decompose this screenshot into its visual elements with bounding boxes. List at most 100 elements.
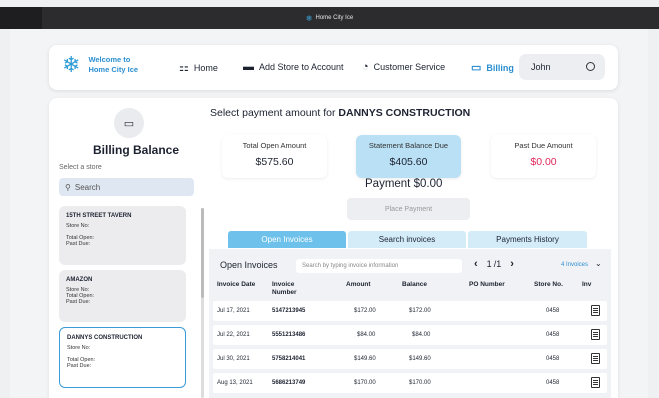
table-row[interactable]: Aug 13, 2021 5686213749 $170.00 $170.00 … <box>213 373 607 393</box>
brand-logo[interactable]: ❄ Welcome to Home City Ice <box>62 54 138 76</box>
user-menu[interactable]: John <box>519 54 605 80</box>
payment-value: $0.00 <box>413 178 443 190</box>
invoice-tabs: Open Invoices Search invoices Payments H… <box>228 231 589 248</box>
tab-payments-history[interactable]: Payments History <box>468 231 587 248</box>
invoice-document-icon[interactable] <box>591 329 600 340</box>
cell-invoice-number[interactable]: 5551213486 <box>272 332 305 338</box>
cell-amount: $170.00 <box>354 380 376 386</box>
cell-date: Jul 30, 2021 <box>217 356 250 362</box>
store-name: DANNYS CONSTRUCTION <box>67 335 143 341</box>
table-row[interactable]: Jul 17, 2021 5147213945 $172.00 $172.00 … <box>213 301 607 321</box>
invoices-toolbar: Open Invoices Search by typing invoice i… <box>209 256 611 276</box>
chevron-down-icon[interactable]: ⌄ <box>595 259 602 268</box>
past-due-label: Past Due: <box>67 363 92 369</box>
invoice-document-icon[interactable] <box>591 353 600 364</box>
store-card[interactable]: AMAZON Store No: Total Open: Past Due: <box>59 270 186 322</box>
cell-date: Jul 17, 2021 <box>217 308 250 314</box>
cell-balance: $170.00 <box>409 380 431 386</box>
cell-store: 0458 <box>546 308 560 314</box>
col-invoice-date[interactable]: Invoice Date <box>217 281 255 289</box>
nav-billing-label: Billing <box>486 62 514 73</box>
cell-store: 0458 <box>546 332 560 338</box>
col-store-no[interactable]: Store No. <box>534 281 563 289</box>
store-card[interactable]: 15TH STREET TAVERN Store No: Total Open:… <box>59 206 186 265</box>
statement-balance-title: Statement Balance Due <box>368 141 449 150</box>
page-heading-store: DANNYS CONSTRUCTION <box>338 107 471 119</box>
cell-store: 0458 <box>546 380 560 386</box>
total-open-card: Total Open Amount $575.60 <box>222 135 327 178</box>
past-due-value: $0.00 <box>530 156 557 168</box>
total-open-value: $575.60 <box>255 156 294 168</box>
nav-add-store-label: Add Store to Account <box>259 62 344 72</box>
window-title: ❄ Home City Ice <box>306 14 353 23</box>
cell-amount: $172.00 <box>354 308 376 314</box>
col-inv[interactable]: Inv <box>582 281 591 289</box>
cell-amount: $149.60 <box>354 356 376 362</box>
table-row[interactable]: Jul 22, 2021 5551213486 $84.00 $84.00 04… <box>213 325 607 345</box>
invoices-panel: Open Invoices Search by typing invoice i… <box>209 249 611 398</box>
titlebar-left-area <box>0 7 42 29</box>
table-row[interactable]: Jul 30, 2021 5758214041 $149.60 $149.60 … <box>213 349 607 369</box>
store-icon: ▬ <box>243 61 254 73</box>
window-titlebar: ❄ Home City Ice <box>0 7 659 29</box>
invoices-title: Open Invoices <box>220 260 278 270</box>
store-search-input[interactable]: ⚲ Search <box>59 178 194 196</box>
col-po-number[interactable]: PO Number <box>469 281 505 289</box>
tab-open-invoices[interactable]: Open Invoices <box>228 231 346 248</box>
payment-amount: Payment $0.00 <box>365 178 442 190</box>
col-balance[interactable]: Balance <box>402 281 427 289</box>
nav-home[interactable]: ⚏ Home <box>179 61 218 74</box>
nav-billing[interactable]: ▭ Billing <box>471 61 514 74</box>
welcome-line2: Home City Ice <box>88 65 139 74</box>
nav-customer-service[interactable]: ◔ Customer Service <box>362 61 445 73</box>
cell-invoice-number[interactable]: 5686213749 <box>272 380 305 386</box>
invoice-count: 4 Invoices <box>561 262 589 268</box>
store-list-scrollbar[interactable] <box>201 208 204 398</box>
col-invoice-number[interactable]: Invoice Number <box>272 281 312 297</box>
snowflake-logo-icon: ❄ <box>62 52 81 77</box>
col-amount[interactable]: Amount <box>346 281 371 289</box>
cell-balance: $149.60 <box>409 356 431 362</box>
statement-balance-value: $405.60 <box>389 156 428 168</box>
statement-balance-card[interactable]: Statement Balance Due $405.60 <box>356 135 461 178</box>
store-search-placeholder: Search <box>74 182 101 192</box>
page-total: /1 <box>493 259 502 269</box>
user-circle-icon <box>586 62 595 71</box>
invoice-document-icon[interactable] <box>591 377 600 388</box>
past-due-label: Past Due: <box>66 241 91 247</box>
cell-date: Jul 22, 2021 <box>217 332 250 338</box>
past-due-card[interactable]: Past Due Amount $0.00 <box>491 135 596 178</box>
cell-invoice-number[interactable]: 5758214041 <box>272 356 305 362</box>
tab-search-invoices[interactable]: Search invoices <box>348 231 466 248</box>
billing-balance-title: Billing Balance <box>93 143 180 157</box>
store-name: 15TH STREET TAVERN <box>66 213 132 219</box>
scrollbar-thumb[interactable] <box>201 208 204 298</box>
cell-balance: $84.00 <box>412 332 431 338</box>
welcome-text: Welcome to Home City Ice <box>88 55 138 75</box>
search-icon: ⚲ <box>65 182 71 192</box>
invoice-search-input[interactable]: Search by typing invoice information <box>296 259 462 273</box>
place-payment-button[interactable]: Place Payment <box>347 198 470 220</box>
invoice-document-icon[interactable] <box>591 305 600 316</box>
welcome-line1: Welcome to <box>88 55 131 64</box>
past-due-title: Past Due Amount <box>514 141 573 150</box>
window-title-text: Home City Ice <box>315 15 354 21</box>
total-open-title: Total Open Amount <box>242 141 307 150</box>
nav-add-store[interactable]: ▬ Add Store to Account <box>243 61 344 73</box>
page-heading: Select payment amount for DANNYS CONSTRU… <box>210 107 470 119</box>
credit-card-icon: ▭ <box>471 62 482 74</box>
prev-page-icon[interactable]: ‹ <box>474 258 478 270</box>
top-navigation: ❄ Welcome to Home City Ice ⚏ Home ▬ Add … <box>49 45 618 90</box>
pagination: ‹ 1 /1 › <box>474 258 514 270</box>
headset-icon: ◔ <box>362 61 369 73</box>
payment-label: Payment <box>365 178 411 190</box>
cell-invoice-number[interactable]: 5147213945 <box>272 308 305 314</box>
store-name: AMAZON <box>66 277 93 283</box>
store-card-selected[interactable]: DANNYS CONSTRUCTION Store No: Total Open… <box>59 327 186 388</box>
select-store-label: Select a store <box>59 164 102 171</box>
user-name: John <box>531 62 551 72</box>
nav-home-label: Home <box>193 62 218 73</box>
page-heading-prefix: Select payment amount for <box>210 107 336 119</box>
past-due-label: Past Due: <box>66 299 91 305</box>
next-page-icon[interactable]: › <box>510 258 514 270</box>
